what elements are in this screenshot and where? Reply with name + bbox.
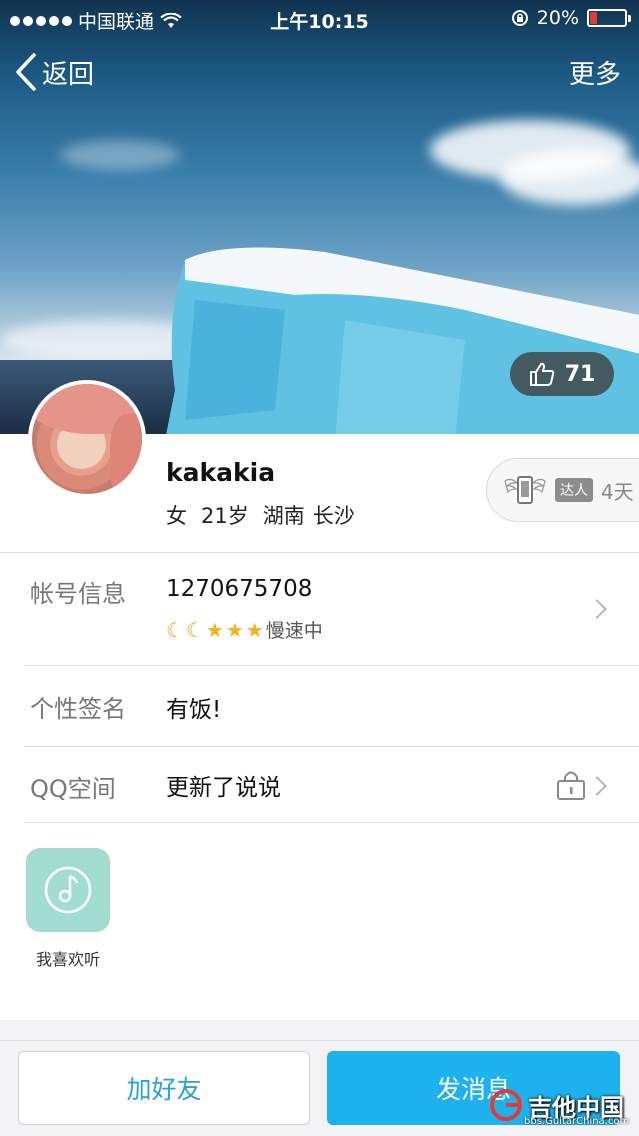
status-right: 20% (511, 7, 631, 29)
status-bar: 中国联通 上午10:15 20% (0, 0, 639, 36)
city: 长沙 (312, 504, 355, 528)
expert-label: 达人 (555, 478, 593, 502)
divider (24, 822, 639, 823)
like-count: 71 (564, 361, 596, 387)
username: kakakia (166, 458, 276, 487)
add-friend-button[interactable]: 加好友 (18, 1051, 310, 1125)
age: 21岁 (201, 504, 249, 528)
music-note-icon (44, 866, 92, 914)
battery-icon (587, 9, 631, 27)
qq-number: 1270675708 (166, 576, 313, 602)
battery-percent: 20% (536, 7, 579, 29)
lock-icon (557, 771, 585, 800)
star-icon: ★ (225, 617, 244, 642)
qzone-label: QQ空间 (30, 775, 116, 803)
back-button[interactable]: 返回 (14, 52, 94, 92)
like-button[interactable]: 71 (510, 352, 614, 396)
moon-icon: ☾ (166, 617, 184, 642)
divider (0, 552, 639, 553)
music-app-tile[interactable] (26, 848, 110, 932)
star-icon: ★ (205, 617, 224, 642)
qzone-value[interactable]: 更新了说说 (166, 768, 281, 802)
star-icon: ★ (245, 617, 264, 642)
signature-value: 有饭! (166, 697, 222, 723)
province: 湖南 (262, 504, 305, 528)
chevron-left-icon (16, 53, 36, 91)
watermark-logo: 吉他中国 bbs.GuitarChina.com (488, 1080, 638, 1130)
expert-days: 4天 (601, 479, 634, 504)
divider (24, 665, 639, 666)
moon-icon: ☾ (185, 617, 204, 642)
level-status: 慢速中 (265, 620, 323, 642)
expert-badge-button[interactable]: 达人 4天 (486, 458, 639, 522)
account-info-label: 帐号信息 (30, 580, 126, 608)
thumbs-up-icon (529, 362, 554, 386)
user-info: 女 21岁 湖南 长沙 (166, 500, 355, 530)
winged-phone-icon (504, 476, 546, 504)
music-app-label: 我喜欢听 (35, 950, 100, 969)
nav-bar: 返回 更多 (0, 48, 639, 98)
divider (24, 746, 639, 747)
signature-label: 个性签名 (30, 695, 126, 723)
back-label: 返回 (42, 59, 95, 90)
gender: 女 (166, 504, 187, 528)
qq-level: ☾ ☾ ★ ★ ★ 慢速中 (166, 616, 323, 643)
watermark-url: bbs.GuitarChina.com (524, 1116, 630, 1127)
guitar-logo-icon (490, 1089, 522, 1121)
more-button[interactable]: 更多 (569, 54, 621, 91)
iceberg-image (166, 247, 639, 434)
avatar[interactable] (28, 380, 146, 498)
location: 湖南 长沙 (263, 500, 355, 530)
rotation-lock-icon (511, 10, 528, 26)
